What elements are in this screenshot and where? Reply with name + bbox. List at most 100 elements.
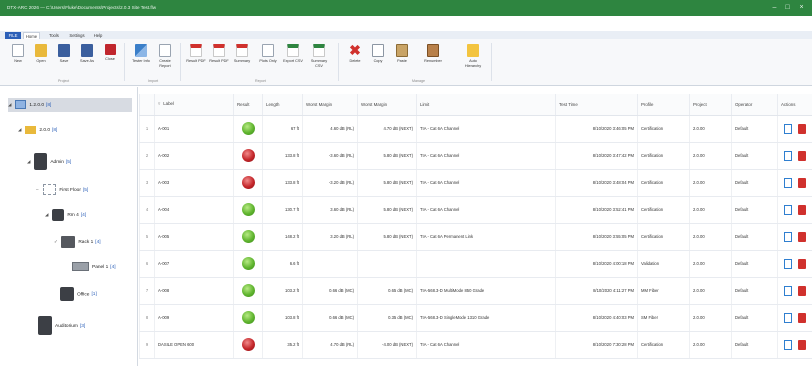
tree-node-folder[interactable]: ◢ 2.0.0 [8]	[18, 123, 57, 137]
save-button[interactable]: Save	[54, 44, 74, 74]
tree-node-auditorium[interactable]: Auditorium [3]	[38, 316, 85, 335]
table-row[interactable]: 9 DASILE OPEN 600 35.2 ft 4.70 dB (RL) -4.00…	[139, 331, 812, 359]
column-header-label[interactable]: ▿ Label	[154, 94, 234, 116]
edit-icon[interactable]	[784, 285, 793, 296]
pdf-report-icon[interactable]	[798, 150, 807, 161]
cell-n: 4	[139, 196, 155, 224]
pdf-report-icon[interactable]	[798, 123, 807, 134]
edit-icon[interactable]	[784, 204, 793, 215]
export-icon	[262, 44, 274, 57]
column-header-profile[interactable]: Profile	[637, 94, 690, 116]
collapse-caret-icon[interactable]: –	[36, 183, 42, 197]
collapse-caret-icon[interactable]: ◢	[18, 123, 24, 137]
column-header-operator[interactable]: Operator	[731, 94, 778, 116]
renumber-button[interactable]: Renumber	[420, 44, 446, 74]
edit-icon[interactable]	[784, 339, 793, 350]
cell-limit: TIA - Cat 6A Channel	[416, 115, 556, 143]
tab-file[interactable]: FILE	[5, 32, 21, 39]
new-button[interactable]: New	[8, 44, 28, 74]
pdf-report-icon[interactable]	[798, 204, 807, 215]
table-row[interactable]: 2 A-002 133.8 ft -3.60 dB (RL) 5.80 dB (NEXT…	[139, 142, 812, 170]
maximize-icon[interactable]: □	[783, 3, 792, 12]
cell-project: 2.0.00	[689, 277, 732, 305]
open-button[interactable]: Open	[31, 44, 51, 74]
collapse-caret-icon[interactable]: ✓	[54, 235, 60, 249]
table-row[interactable]: 6 A-007 6.6 ft 8/10/2020 4:00:18 PM Validati…	[139, 250, 812, 278]
tree-node-admin[interactable]: ◢ Admin [5]	[27, 153, 71, 170]
save-as-button[interactable]: Save As	[77, 44, 97, 74]
column-header-worst-margin-2[interactable]: Worst Margin	[357, 94, 417, 116]
ribbon-separator	[491, 43, 492, 81]
pdf-icon	[190, 44, 202, 57]
pdf-report-icon[interactable]	[798, 177, 807, 188]
column-header-result[interactable]: Result	[233, 94, 263, 116]
export-csv-button[interactable]: Export CSV	[283, 44, 303, 74]
result-pdf-button[interactable]: Result PDF	[186, 44, 206, 74]
edit-icon[interactable]	[784, 123, 793, 134]
pdf-report-icon[interactable]	[798, 258, 807, 269]
summary-csv-button[interactable]: Summary CSV	[309, 44, 329, 74]
edit-icon[interactable]	[784, 312, 793, 323]
tree-node-office[interactable]: Office [1]	[60, 287, 97, 301]
edit-icon[interactable]	[784, 258, 793, 269]
pdf-report-icon[interactable]	[798, 285, 807, 296]
tree-node-rm4[interactable]: ◢ Rm 4 [4]	[45, 208, 86, 222]
edit-icon[interactable]	[784, 177, 793, 188]
rack-icon	[61, 235, 76, 248]
edit-icon[interactable]	[784, 231, 793, 242]
summary-pdf-button[interactable]: Summary	[232, 44, 252, 74]
edit-icon[interactable]	[784, 150, 793, 161]
cell-actions	[777, 304, 812, 332]
pdf-report-icon[interactable]	[798, 231, 807, 242]
column-header-worst-margin-1[interactable]: Worst Margin	[302, 94, 358, 116]
cell-length: 130.7 ft	[262, 196, 303, 224]
column-header-test-time[interactable]: Test Time	[555, 94, 638, 116]
cell-result	[233, 169, 263, 197]
column-header-project[interactable]: Project	[689, 94, 732, 116]
tree-node-panel1[interactable]: Panel 1 [4]	[72, 261, 116, 275]
table-row[interactable]: 3 A-003 133.8 ft -3.20 dB (RL) 5.80 dB (NEXT…	[139, 169, 812, 197]
auto-hierarchy-button[interactable]: Auto Hierarchy	[461, 44, 485, 74]
table-row[interactable]: 1 A-001 67 ft 4.60 dB (RL) 4.70 dB (NEXT) TIA…	[139, 115, 812, 143]
panel-icon	[72, 262, 89, 272]
cell-operator: Default	[731, 277, 778, 305]
copy-icon	[372, 44, 384, 57]
tree-node-first-floor[interactable]: – First Floor [5]	[36, 183, 88, 197]
delete-button[interactable]: ✖ Delete	[345, 43, 365, 74]
collapse-caret-icon[interactable]: ◢	[27, 155, 33, 169]
tab-help[interactable]: Help	[91, 32, 105, 39]
result-pdf-2-button[interactable]: Result PDF	[209, 44, 229, 74]
tree-node-project[interactable]: ◢ 1.2.0.0 [8]	[8, 98, 132, 112]
paste-button[interactable]: Paste	[392, 44, 412, 74]
table-row[interactable]: 5 A-005 148.2 ft 3.20 dB (RL) 5.80 dB (NEXT)…	[139, 223, 812, 251]
pdf-report-icon[interactable]	[798, 312, 807, 323]
pdf-report-icon[interactable]	[798, 339, 807, 350]
close-window-icon[interactable]: ×	[797, 3, 806, 12]
copy-button[interactable]: Copy	[368, 44, 388, 74]
cell-length: 35.2 ft	[262, 331, 303, 359]
cell-length: 67 ft	[262, 115, 303, 143]
cell-actions	[777, 169, 812, 197]
cell-actions	[777, 196, 812, 224]
column-header-actions: Actions	[777, 94, 812, 116]
column-header-limit[interactable]: Limit	[416, 94, 556, 116]
tree-node-rack1[interactable]: ✓ Rack 1 [4]	[54, 235, 101, 249]
table-row[interactable]: 8 A-009 103.8 ft 0.66 dB (MC) 0.35 dB (MC) TI…	[139, 304, 812, 332]
project-tree: ◢ 1.2.0.0 [8] ◢ 2.0.0 [8] ◢ Admin [5] – Fir…	[0, 87, 138, 366]
column-header-length[interactable]: Length	[262, 94, 303, 116]
minimize-icon[interactable]: –	[770, 3, 779, 12]
tester-info-button[interactable]: Tester Info	[131, 44, 151, 74]
create-report-button[interactable]: Create Report	[155, 44, 175, 74]
ribbon-group-import: Import	[148, 79, 159, 83]
tab-home[interactable]: Home	[23, 32, 40, 39]
plots-only-button[interactable]: Plots Only	[258, 44, 278, 74]
filter-icon[interactable]: ▿	[158, 101, 160, 106]
collapse-caret-icon[interactable]: ◢	[8, 98, 14, 112]
pdf-icon	[236, 44, 248, 57]
table-row[interactable]: 7 A-008 103.2 ft 0.66 dB (MC) 0.65 dB (MC) TI…	[139, 277, 812, 305]
collapse-caret-icon[interactable]: ◢	[45, 208, 51, 222]
table-row[interactable]: 4 A-004 130.7 ft 3.60 dB (RL) 5.80 dB (NEXT)…	[139, 196, 812, 224]
close-button[interactable]: Close	[100, 44, 120, 74]
tab-tools[interactable]: Tools	[46, 32, 62, 39]
tab-settings[interactable]: Settings	[66, 32, 88, 39]
